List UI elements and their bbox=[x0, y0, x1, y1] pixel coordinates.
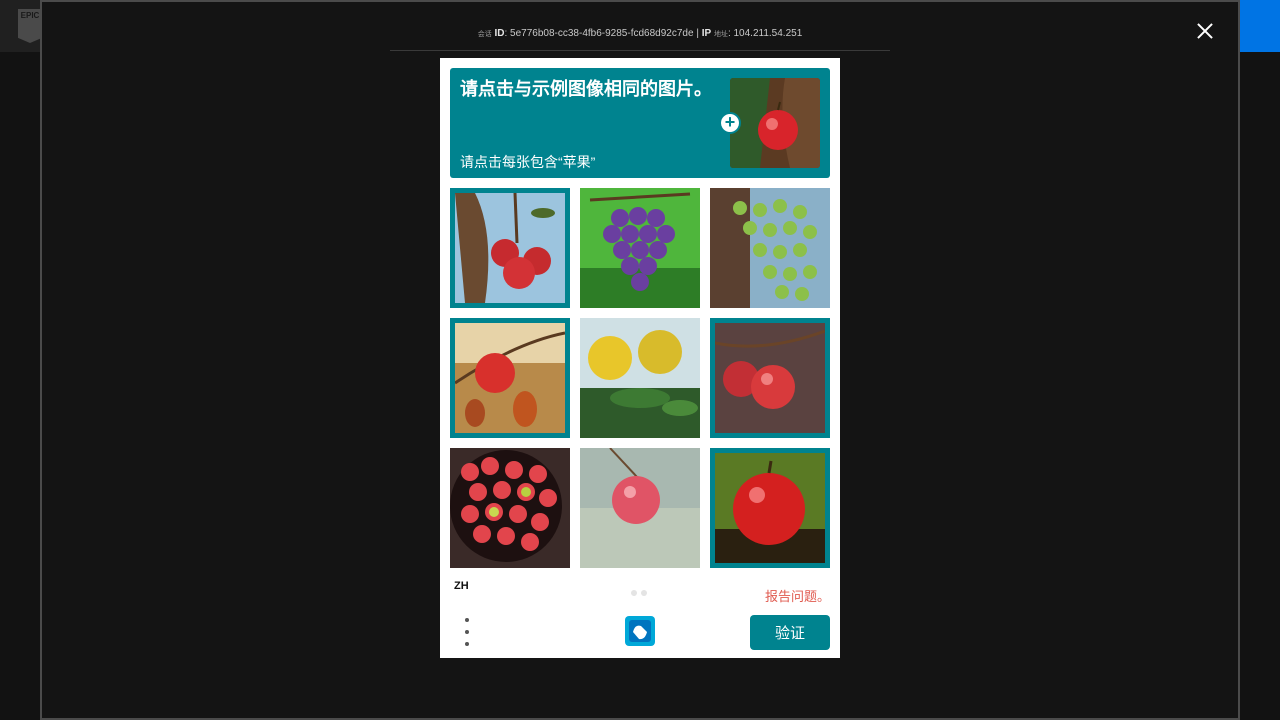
image-tile-4[interactable] bbox=[450, 318, 570, 438]
session-id-value: 5e776b08-cc38-4fb6-9285-fcd68d92c7de bbox=[510, 28, 694, 39]
session-info: 会话 ID: 5e776b08-cc38-4fb6-9285-fcd68d92c… bbox=[477, 28, 803, 39]
epic-games-logo[interactable]: EPIC bbox=[18, 9, 42, 43]
divider bbox=[390, 50, 890, 51]
session-id-prefix: 会话 bbox=[477, 31, 492, 38]
image-tile-1[interactable] bbox=[450, 188, 570, 308]
ip-prefix: 地址 bbox=[713, 31, 728, 38]
image-tile-9[interactable] bbox=[710, 448, 830, 568]
hcaptcha-widget: 请点击与示例图像相同的图片。 请点击每张包含“苹果” + ZH 报告问题。 验证 bbox=[440, 58, 840, 658]
verify-button[interactable]: 验证 bbox=[750, 615, 830, 650]
close-icon[interactable] bbox=[1194, 20, 1216, 42]
session-separator: | bbox=[696, 28, 699, 39]
image-tile-2[interactable] bbox=[580, 188, 700, 308]
example-image bbox=[730, 78, 820, 168]
image-tile-8[interactable] bbox=[580, 448, 700, 568]
image-tile-7[interactable] bbox=[450, 448, 570, 568]
image-tile-3[interactable] bbox=[710, 188, 830, 308]
report-issue-link[interactable]: 报告问题。 bbox=[765, 586, 830, 605]
image-tile-6[interactable] bbox=[710, 318, 830, 438]
prompt-title: 请点击与示例图像相同的图片。 bbox=[460, 79, 712, 99]
prompt-subtitle: 请点击每张包含“苹果” bbox=[460, 154, 596, 170]
challenge-prompt: 请点击与示例图像相同的图片。 请点击每张包含“苹果” + bbox=[450, 68, 830, 178]
plus-icon: + bbox=[719, 112, 741, 134]
hcaptcha-logo-icon[interactable] bbox=[623, 614, 657, 648]
session-id-label: ID bbox=[494, 28, 505, 39]
epic-logo-text: EPIC bbox=[20, 11, 40, 20]
page-dot-2 bbox=[641, 590, 647, 596]
page-indicator bbox=[631, 590, 647, 596]
image-tile-5[interactable] bbox=[580, 318, 700, 438]
ip-label: IP bbox=[701, 28, 712, 39]
page-dot-1 bbox=[631, 590, 637, 596]
more-menu-icon[interactable] bbox=[462, 618, 472, 646]
language-selector[interactable]: ZH bbox=[454, 580, 469, 592]
ip-value: 104.211.54.251 bbox=[733, 28, 803, 39]
captcha-modal: 会话 ID: 5e776b08-cc38-4fb6-9285-fcd68d92c… bbox=[40, 0, 1240, 720]
sign-in-button[interactable] bbox=[1238, 0, 1280, 52]
